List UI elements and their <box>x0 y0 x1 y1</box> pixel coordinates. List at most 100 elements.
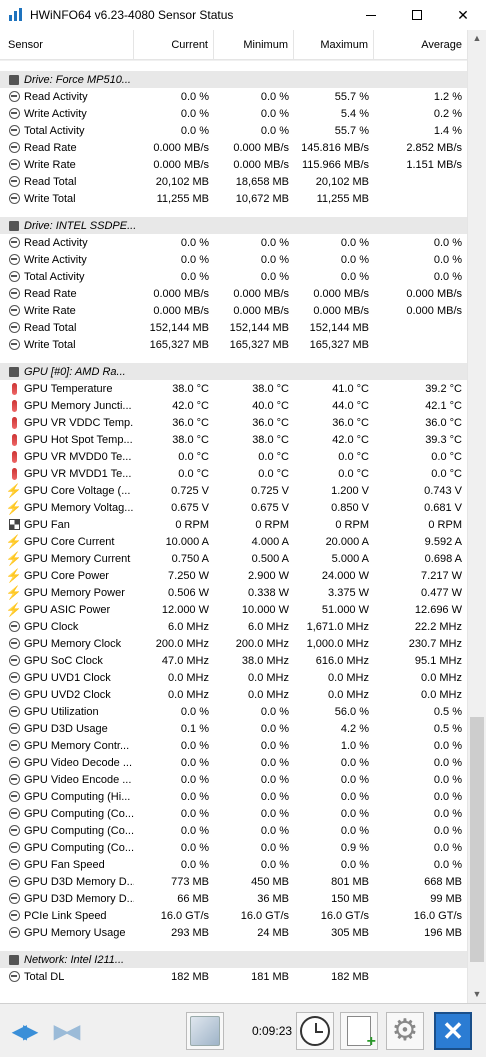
sensor-list[interactable]: Drive: Force MP510... Read Activity 0.0 % 0… <box>0 61 467 1003</box>
settings-button[interactable]: ⚙ <box>386 1012 424 1050</box>
sensor-row[interactable]: Write Rate 0.000 MB/s 0.000 MB/s 115.966 MB… <box>0 156 467 173</box>
minimum-value: 10.000 W <box>241 603 289 616</box>
sensor-row[interactable]: Read Activity 0.0 % 0.0 % 55.7 % 1.2 % <box>0 88 467 105</box>
scroll-down-arrow-icon[interactable]: ▼ <box>468 986 486 1003</box>
expand-collapse-button[interactable]: ◀▶ <box>4 1012 42 1050</box>
sensor-row[interactable]: GPU UVD1 Clock 0.0 MHz 0.0 MHz 0.0 MHz 0.0 M… <box>0 669 467 686</box>
sensor-row[interactable]: ⚡ GPU ASIC Power 12.000 W 10.000 W 51.000 W 1… <box>0 601 467 618</box>
sensor-row[interactable]: GPU Memory Clock 200.0 MHz 200.0 MHz 1,000.… <box>0 635 467 652</box>
group-name: GPU [#0]: AMD Ra... <box>24 365 126 378</box>
average-value: 1.4 % <box>433 124 462 137</box>
sensor-row[interactable]: GPU UVD2 Clock 0.0 MHz 0.0 MHz 0.0 MHz 0.0 M… <box>0 686 467 703</box>
group-name: Network: Intel I211... <box>24 953 125 966</box>
sensor-group-header[interactable]: GPU [#0]: AMD Ra... <box>0 363 467 380</box>
sensor-row[interactable]: Total DL 182 MB 181 MB 182 MB <box>0 968 467 985</box>
current-value: 0.0 % <box>180 807 209 820</box>
sensor-name: GPU Video Encode ... <box>24 773 132 786</box>
column-header-maximum[interactable]: Maximum <box>294 30 374 60</box>
sensor-row[interactable]: PCIe Link Speed 16.0 GT/s 16.0 GT/s 16.0 GT… <box>0 907 467 924</box>
average-value: 0.0 % <box>433 236 462 249</box>
scroll-up-arrow-icon[interactable]: ▲ <box>468 30 486 47</box>
thermometer-icon <box>8 416 20 429</box>
reset-timer-button[interactable] <box>296 1012 334 1050</box>
sensor-row[interactable]: ⚡ GPU Memory Power 0.506 W 0.338 W 3.375 W 0.… <box>0 584 467 601</box>
sensor-row[interactable]: GPU Computing (Co... 0.0 % 0.0 % 0.0 % 0.0 % <box>0 805 467 822</box>
sensor-row[interactable]: GPU Memory Contr... 0.0 % 0.0 % 1.0 % 0.0 % <box>0 737 467 754</box>
sensor-row[interactable]: Read Total 20,102 MB 18,658 MB 20,102 MB <box>0 173 467 190</box>
sensor-name: GPU Computing (Co... <box>24 841 134 854</box>
sensor-row[interactable]: ⚡ GPU Core Voltage (... 0.725 V 0.725 V 1.20… <box>0 482 467 499</box>
sensor-gauge-icon <box>8 125 20 137</box>
sensor-row[interactable]: Write Activity 0.0 % 0.0 % 0.0 % 0.0 % <box>0 251 467 268</box>
sensor-group-header[interactable]: Drive: INTEL SSDPE... <box>0 217 467 234</box>
sensor-row[interactable]: Write Total 165,327 MB 165,327 MB 165,327 M… <box>0 336 467 353</box>
sensor-row[interactable]: GPU Memory Usage 293 MB 24 MB 305 MB 196 MB <box>0 924 467 941</box>
minimum-value: 40.0 °C <box>252 399 289 412</box>
collapse-button[interactable]: ▶◀ <box>46 1012 84 1050</box>
sensor-row[interactable]: GPU Fan 0 RPM 0 RPM 0 RPM 0 RPM <box>0 516 467 533</box>
sensor-name: GPU VR VDDC Temp... <box>24 416 134 429</box>
maximum-value: 5.000 A <box>331 552 369 565</box>
sensor-row[interactable]: GPU VR MVDD1 Te... 0.0 °C 0.0 °C 0.0 °C 0.0 … <box>0 465 467 482</box>
sensor-row[interactable]: GPU SoC Clock 47.0 MHz 38.0 MHz 616.0 MHz 95… <box>0 652 467 669</box>
minimize-button[interactable] <box>348 0 394 30</box>
sensor-row[interactable]: ⚡ GPU Core Current 10.000 A 4.000 A 20.000 A… <box>0 533 467 550</box>
close-icon: ✕ <box>457 6 469 23</box>
sensor-name: Read Total <box>24 175 77 188</box>
sensor-row[interactable]: Write Rate 0.000 MB/s 0.000 MB/s 0.000 MB/s… <box>0 302 467 319</box>
average-value: 95.1 MHz <box>414 654 462 667</box>
sensor-row[interactable]: Read Total 152,144 MB 152,144 MB 152,144 MB <box>0 319 467 336</box>
column-header-sensor[interactable]: Sensor <box>0 30 134 60</box>
sensor-row[interactable]: ⚡ GPU Memory Current 0.750 A 0.500 A 5.000 A… <box>0 550 467 567</box>
column-header-minimum[interactable]: Minimum <box>214 30 294 60</box>
minimum-value: 0.0 °C <box>258 467 289 480</box>
sensor-row[interactable]: Read Activity 0.0 % 0.0 % 0.0 % 0.0 % <box>0 234 467 251</box>
sensor-row[interactable]: GPU Computing (Co... 0.0 % 0.0 % 0.9 % 0.0 % <box>0 839 467 856</box>
sensor-row[interactable]: GPU Utilization 0.0 % 0.0 % 56.0 % 0.5 % <box>0 703 467 720</box>
sensor-row[interactable]: GPU Memory Juncti... 42.0 °C 40.0 °C 44.0 °… <box>0 397 467 414</box>
sensor-row[interactable]: GPU Hot Spot Temp... 38.0 °C 38.0 °C 42.0 °… <box>0 431 467 448</box>
maximum-value: 1.200 V <box>331 484 369 497</box>
close-sensors-button[interactable]: ✕ <box>434 1012 472 1050</box>
sensor-row[interactable]: GPU VR MVDD0 Te... 0.0 °C 0.0 °C 0.0 °C 0.0 … <box>0 448 467 465</box>
sensor-row[interactable]: Write Activity 0.0 % 0.0 % 5.4 % 0.2 % <box>0 105 467 122</box>
sensor-gauge-icon <box>8 927 20 939</box>
sensor-row[interactable]: GPU Video Decode ... 0.0 % 0.0 % 0.0 % 0.0 % <box>0 754 467 771</box>
sensor-gauge-icon <box>8 689 20 701</box>
average-value: 668 MB <box>424 875 462 888</box>
sensor-row[interactable]: GPU Computing (Co... 0.0 % 0.0 % 0.0 % 0.0 % <box>0 822 467 839</box>
maximize-button[interactable] <box>394 0 440 30</box>
sensor-row[interactable]: GPU VR VDDC Temp... 36.0 °C 36.0 °C 36.0 °C… <box>0 414 467 431</box>
sensor-name: GPU Utilization <box>24 705 99 718</box>
minimum-value: 6.0 MHz <box>248 620 289 633</box>
sensor-row[interactable]: Total Activity 0.0 % 0.0 % 0.0 % 0.0 % <box>0 268 467 285</box>
sensor-row[interactable]: ⚡ GPU Core Power 7.250 W 2.900 W 24.000 W 7.2… <box>0 567 467 584</box>
scroll-thumb[interactable] <box>470 717 484 962</box>
column-header-current[interactable]: Current <box>134 30 214 60</box>
sensor-row[interactable]: Write Total 11,255 MB 10,672 MB 11,255 MB <box>0 190 467 207</box>
sensor-row[interactable]: Total Activity 0.0 % 0.0 % 55.7 % 1.4 % <box>0 122 467 139</box>
sensor-row[interactable]: GPU D3D Memory D... 773 MB 450 MB 801 MB 668… <box>0 873 467 890</box>
current-value: 6.0 MHz <box>168 620 209 633</box>
sensor-row[interactable]: GPU Video Encode ... 0.0 % 0.0 % 0.0 % 0.0 % <box>0 771 467 788</box>
column-header-average[interactable]: Average <box>374 30 467 60</box>
maximum-value: 0.0 % <box>340 756 369 769</box>
sensor-row[interactable]: ⚡ GPU Memory Voltag... 0.675 V 0.675 V 0.850… <box>0 499 467 516</box>
average-value: 0.5 % <box>433 705 462 718</box>
vertical-scrollbar[interactable]: ▲ ▼ <box>467 30 486 1003</box>
sensor-row[interactable]: GPU Clock 6.0 MHz 6.0 MHz 1,671.0 MHz 22.2 M… <box>0 618 467 635</box>
sensor-row[interactable]: GPU Temperature 38.0 °C 38.0 °C 41.0 °C 39.2… <box>0 380 467 397</box>
close-window-button[interactable]: ✕ <box>440 0 486 30</box>
logging-button[interactable] <box>340 1012 378 1051</box>
sensor-name: GPU Temperature <box>24 382 113 395</box>
sensor-group-header[interactable]: Network: Intel I211... <box>0 951 467 968</box>
sensor-row[interactable]: Read Rate 0.000 MB/s 0.000 MB/s 0.000 MB/s 0… <box>0 285 467 302</box>
sensor-row[interactable]: GPU D3D Memory D... 66 MB 36 MB 150 MB 99 MB <box>0 890 467 907</box>
sensor-group-header[interactable]: Drive: Force MP510... <box>0 71 467 88</box>
network-button[interactable] <box>186 1012 224 1050</box>
sensor-row[interactable]: Read Rate 0.000 MB/s 0.000 MB/s 145.816 MB/… <box>0 139 467 156</box>
sensor-row[interactable]: GPU Fan Speed 0.0 % 0.0 % 0.0 % 0.0 % <box>0 856 467 873</box>
average-value: 22.2 MHz <box>414 620 462 633</box>
sensor-row[interactable]: GPU Computing (Hi... 0.0 % 0.0 % 0.0 % 0.0 % <box>0 788 467 805</box>
sensor-row[interactable]: GPU D3D Usage 0.1 % 0.0 % 4.2 % 0.5 % <box>0 720 467 737</box>
